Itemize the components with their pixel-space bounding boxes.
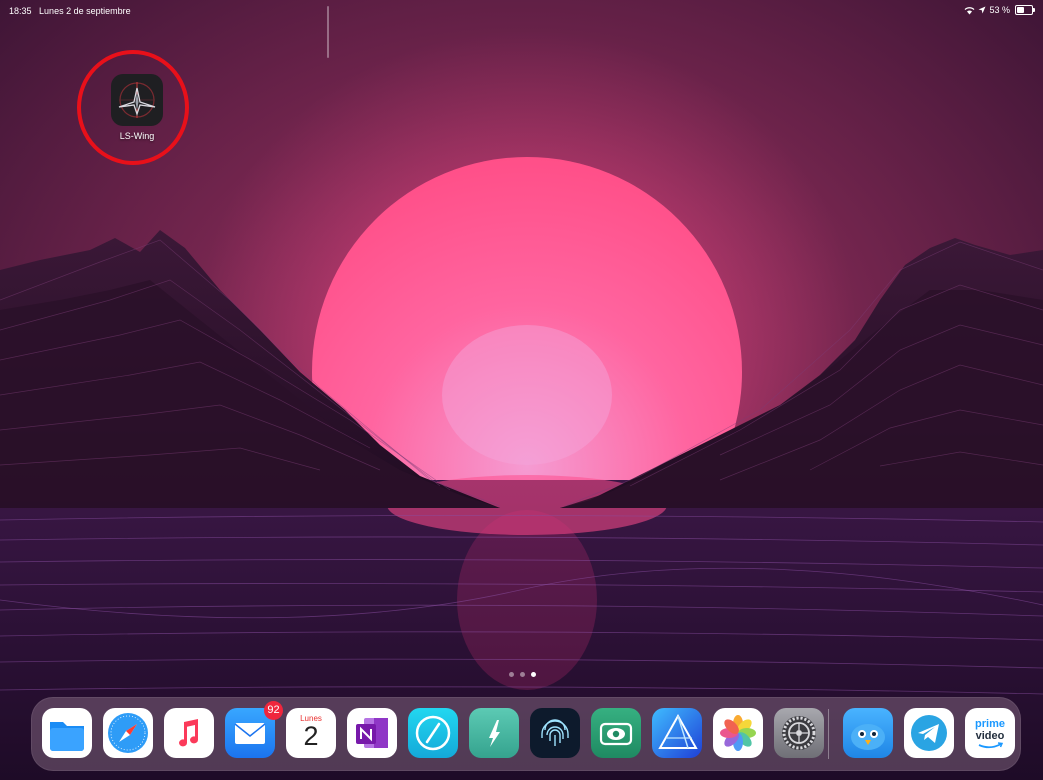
dock-app-files[interactable] <box>42 708 92 758</box>
photos-icon <box>713 708 763 758</box>
dock-app-onenote[interactable] <box>347 708 397 758</box>
files-icon <box>42 708 92 758</box>
dock-app-fingerprint[interactable] <box>530 708 580 758</box>
status-date: Lunes 2 de septiembre <box>39 6 131 16</box>
viewer-icon <box>591 708 641 758</box>
slide-over-handle[interactable] <box>327 6 329 58</box>
dock-separator <box>828 709 829 759</box>
dock-app-affinity-designer[interactable] <box>652 708 702 758</box>
settings-icon <box>774 708 824 758</box>
dock-app-compass[interactable] <box>408 708 458 758</box>
compass-app-icon <box>408 708 458 758</box>
dock-app-music[interactable] <box>164 708 214 758</box>
dock-app-settings[interactable] <box>774 708 824 758</box>
highlight-circle <box>77 50 189 165</box>
dock-app-viewer[interactable] <box>591 708 641 758</box>
dock-app-telegram[interactable] <box>904 708 954 758</box>
dock-app-prime-video[interactable]: prime video <box>965 708 1015 758</box>
dock-app-mail[interactable]: 92 <box>225 701 283 758</box>
dock: 92 Lunes 2 prime video <box>31 697 1021 771</box>
prime-video-icon: prime video <box>965 708 1015 758</box>
calendar-icon: Lunes 2 <box>286 708 336 758</box>
onenote-icon <box>347 708 397 758</box>
dock-app-photos[interactable] <box>713 708 763 758</box>
music-icon <box>164 708 214 758</box>
affinity-designer-icon <box>652 708 702 758</box>
page-dot[interactable] <box>520 672 525 677</box>
dock-app-calendar[interactable]: Lunes 2 <box>286 708 336 758</box>
page-dot[interactable] <box>509 672 514 677</box>
page-dot[interactable] <box>531 672 536 677</box>
fingerprint-icon <box>530 708 580 758</box>
battery-icon <box>1015 5 1035 15</box>
calendar-date: 2 <box>303 721 319 751</box>
status-bar: 18:35 Lunes 2 de septiembre 53 % <box>0 0 1043 22</box>
dock-app-safari[interactable] <box>103 708 153 758</box>
location-icon <box>978 6 986 14</box>
vectornator-icon <box>469 708 519 758</box>
dock-app-vectornator[interactable] <box>469 708 519 758</box>
status-time: 18:35 <box>9 6 32 16</box>
wifi-icon <box>965 6 975 14</box>
page-indicator[interactable] <box>509 672 536 677</box>
safari-icon <box>103 708 153 758</box>
battery-percentage: 53 % <box>989 5 1010 15</box>
dock-app-tweetbot[interactable] <box>843 708 893 758</box>
telegram-icon <box>904 708 954 758</box>
mail-badge: 92 <box>264 701 283 720</box>
tweetbot-icon <box>843 708 893 758</box>
